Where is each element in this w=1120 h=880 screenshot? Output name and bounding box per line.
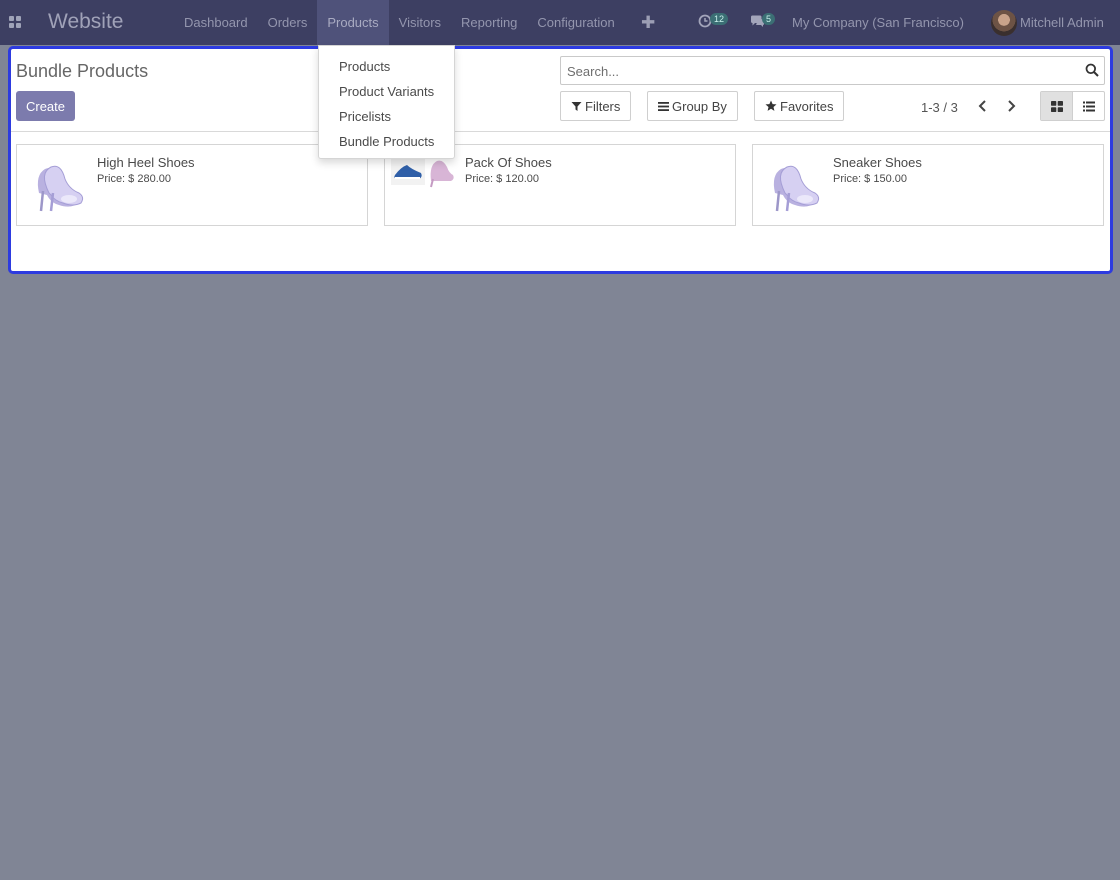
star-icon (765, 100, 777, 111)
search-box (560, 56, 1105, 85)
dropdown-item-bundle-products[interactable]: Bundle Products (319, 129, 454, 154)
card-name: High Heel Shoes (97, 155, 195, 170)
bars-icon (658, 101, 669, 111)
user-avatar[interactable] (991, 10, 1017, 36)
kanban-grid-icon (1050, 100, 1063, 112)
high-heel-shoe-image (29, 155, 89, 215)
kanban-view-button[interactable] (1041, 92, 1073, 120)
card-price: Price: $ 150.00 (833, 173, 907, 185)
card-price: Price: $ 280.00 (97, 173, 171, 185)
list-icon (1082, 101, 1095, 111)
top-navbar: Website Dashboard Orders Products Visito… (0, 0, 1120, 45)
page-title: Bundle Products (16, 61, 149, 81)
create-button[interactable]: Create (16, 91, 75, 121)
main-content-panel: Bundle Products Create Filters Group By … (8, 46, 1113, 274)
card-name: Sneaker Shoes (833, 155, 922, 170)
apps-grid-icon[interactable] (9, 16, 22, 29)
menu-item-products[interactable]: Products (317, 0, 389, 45)
favorites-button[interactable]: Favorites (754, 91, 845, 121)
kanban-card-sneaker-shoes[interactable]: Sneaker Shoes Price: $ 150.00 (752, 144, 1104, 226)
search-input[interactable] (565, 61, 1065, 81)
user-menu[interactable]: Mitchell Admin (1020, 15, 1104, 30)
pager-value[interactable]: 1-3 / 3 (921, 100, 958, 115)
filters-button[interactable]: Filters (560, 91, 632, 121)
menu-item-dashboard[interactable]: Dashboard (174, 0, 258, 45)
filters-label: Filters (585, 98, 621, 114)
dropdown-item-pricelists[interactable]: Pricelists (319, 104, 454, 129)
menu-item-configuration[interactable]: Configuration (527, 0, 624, 45)
list-view-button[interactable] (1072, 92, 1104, 120)
menu-item-visitors[interactable]: Visitors (389, 0, 451, 45)
filter-icon (571, 101, 582, 111)
card-price: Price: $ 120.00 (465, 173, 539, 185)
products-dropdown-menu: Products Product Variants Pricelists Bun… (318, 45, 455, 159)
chevron-left-icon[interactable] (976, 99, 990, 113)
app-brand[interactable]: Website (48, 10, 123, 34)
view-switcher (1040, 91, 1105, 121)
high-heel-shoe-image (765, 155, 825, 215)
card-name: Pack Of Shoes (465, 155, 552, 170)
activity-count-badge: 12 (710, 13, 729, 25)
dropdown-item-products[interactable]: Products (319, 54, 454, 79)
group-by-button[interactable]: Group By (647, 91, 738, 121)
chevron-right-icon[interactable] (1004, 99, 1018, 113)
kanban-card-high-heel-shoes[interactable]: High Heel Shoes Price: $ 280.00 (16, 144, 368, 226)
search-icon[interactable] (1085, 63, 1100, 78)
main-menu: Dashboard Orders Products Visitors Repor… (174, 0, 625, 45)
menu-item-orders[interactable]: Orders (258, 0, 318, 45)
favorites-label: Favorites (780, 98, 834, 114)
group-by-label: Group By (672, 98, 727, 114)
menu-item-reporting[interactable]: Reporting (451, 0, 527, 45)
company-switcher[interactable]: My Company (San Francisco) (792, 15, 964, 30)
plus-icon[interactable]: ✚ (641, 13, 655, 33)
dropdown-item-product-variants[interactable]: Product Variants (319, 79, 454, 104)
messages-count-badge: 5 (762, 13, 776, 25)
shoe-pack-image (391, 153, 455, 193)
control-panel-divider (11, 131, 1110, 132)
